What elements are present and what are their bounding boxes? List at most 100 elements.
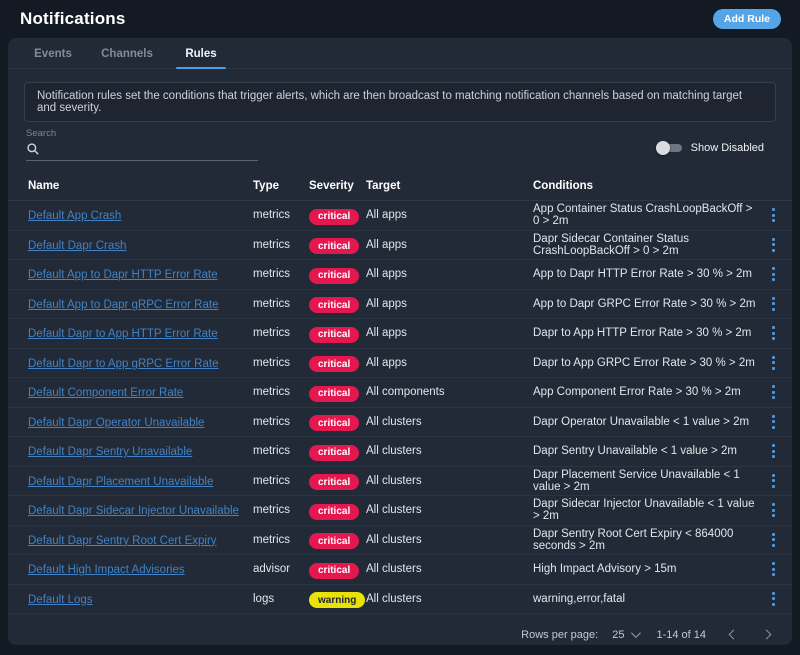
- rule-target: All apps: [366, 268, 533, 280]
- rule-name-link[interactable]: Default App to Dapr HTTP Error Rate: [28, 269, 218, 281]
- row-menu-kebab-icon[interactable]: [769, 589, 778, 609]
- row-menu-kebab-icon[interactable]: [769, 559, 778, 579]
- rule-name-cell: Default App to Dapr gRPC Error Rate: [28, 295, 253, 313]
- rule-name-link[interactable]: Default Logs: [28, 594, 93, 606]
- rule-conditions: Dapr Operator Unavailable < 1 value > 2m: [533, 416, 758, 428]
- rule-severity-cell: critical: [309, 413, 366, 432]
- rule-target: All components: [366, 386, 533, 398]
- row-menu-kebab-icon[interactable]: [769, 382, 778, 402]
- rule-conditions: Dapr Sentry Root Cert Expiry < 864000 se…: [533, 528, 758, 552]
- search-icon: [26, 142, 40, 156]
- row-menu-kebab-icon[interactable]: [769, 353, 778, 373]
- rule-type: metrics: [253, 239, 309, 251]
- rule-type: metrics: [253, 357, 309, 369]
- row-menu-kebab-icon[interactable]: [769, 471, 778, 491]
- show-disabled-label: Show Disabled: [691, 142, 764, 154]
- rule-severity-cell: critical: [309, 206, 366, 225]
- rule-conditions: Dapr to App GRPC Error Rate > 30 % > 2m: [533, 357, 758, 369]
- rule-severity-cell: critical: [309, 501, 366, 520]
- table-row: Default Dapr to App HTTP Error Ratemetri…: [8, 319, 792, 349]
- previous-page-icon[interactable]: [729, 630, 739, 640]
- search-input[interactable]: [46, 142, 258, 156]
- rule-conditions: Dapr to App HTTP Error Rate > 30 % > 2m: [533, 327, 758, 339]
- tab-bar: Events Channels Rules: [8, 38, 792, 69]
- severity-badge: critical: [309, 327, 359, 343]
- rule-name-cell: Default App to Dapr HTTP Error Rate: [28, 265, 253, 283]
- search-label: Search: [26, 128, 258, 139]
- row-menu-kebab-icon[interactable]: [769, 294, 778, 314]
- rule-type: metrics: [253, 209, 309, 221]
- rule-name-cell: Default App Crash: [28, 206, 253, 224]
- rule-name-link[interactable]: Default App Crash: [28, 210, 121, 222]
- rule-type: metrics: [253, 534, 309, 546]
- rule-target: All apps: [366, 298, 533, 310]
- show-disabled-switch[interactable]: [656, 141, 683, 155]
- row-menu-kebab-icon[interactable]: [769, 323, 778, 343]
- rule-conditions: warning,error,fatal: [533, 593, 758, 605]
- row-menu-kebab-icon[interactable]: [769, 412, 778, 432]
- table-row: Default Dapr Sentry Root Cert Expiry metr…: [8, 526, 792, 556]
- rule-conditions: Dapr Sentry Unavailable < 1 value > 2m: [533, 445, 758, 457]
- rule-name-link[interactable]: Default Dapr Operator Unavailable: [28, 417, 204, 429]
- column-header-conditions: Conditions: [533, 180, 758, 192]
- table-row: Default Dapr Sentry Unavailablemetricscr…: [8, 437, 792, 467]
- rows-per-page-select[interactable]: 25: [612, 629, 638, 641]
- rows-per-page-value: 25: [612, 629, 624, 641]
- rule-target: All clusters: [366, 563, 533, 575]
- rule-type: advisor: [253, 563, 309, 575]
- search-input-row: [26, 142, 258, 161]
- column-header-type: Type: [253, 180, 309, 192]
- rule-severity-cell: critical: [309, 442, 366, 461]
- rule-name-link[interactable]: Default Dapr Sentry Root Cert Expiry: [28, 535, 217, 547]
- rules-table: Name Type Severity Target Conditions Def…: [8, 171, 792, 614]
- rule-name-cell: Default Dapr Crash: [28, 236, 253, 254]
- row-menu-kebab-icon[interactable]: [769, 500, 778, 520]
- severity-badge: warning: [309, 592, 365, 608]
- table-row: Default Dapr CrashmetricscriticalAll app…: [8, 231, 792, 261]
- severity-badge: critical: [309, 533, 359, 549]
- next-page-icon[interactable]: [762, 630, 772, 640]
- tab-channels[interactable]: Channels: [90, 38, 164, 68]
- tab-rules[interactable]: Rules: [164, 38, 238, 68]
- chevron-down-icon: [631, 628, 641, 638]
- rule-name-link[interactable]: Default Dapr Sentry Unavailable: [28, 446, 192, 458]
- rule-type: metrics: [253, 416, 309, 428]
- rule-name-cell: Default Dapr to App HTTP Error Rate: [28, 324, 253, 342]
- table-row: Default Dapr to App gRPC Error Rate metri…: [8, 349, 792, 379]
- rule-name-cell: Default Dapr Sentry Unavailable: [28, 442, 253, 460]
- add-rule-button[interactable]: Add Rule: [713, 9, 781, 29]
- row-menu-kebab-icon[interactable]: [769, 441, 778, 461]
- rule-severity-cell: critical: [309, 472, 366, 491]
- rule-name-link[interactable]: Default Dapr to App HTTP Error Rate: [28, 328, 218, 340]
- rule-name-link[interactable]: Default App to Dapr gRPC Error Rate: [28, 299, 218, 311]
- column-header-name: Name: [28, 180, 253, 192]
- table-row: Default High Impact Advisories advisorcri…: [8, 555, 792, 585]
- rule-name-cell: Default Dapr Sidecar Injector Unavailabl…: [28, 501, 253, 519]
- table-body: Default App CrashmetricscriticalAll apps…: [8, 201, 792, 614]
- rule-type: metrics: [253, 268, 309, 280]
- rule-type: metrics: [253, 504, 309, 516]
- rule-name-link[interactable]: Default Component Error Rate: [28, 387, 183, 399]
- rule-target: All apps: [366, 239, 533, 251]
- row-menu-kebab-icon[interactable]: [769, 264, 778, 284]
- rule-target: All apps: [366, 209, 533, 221]
- rule-name-link[interactable]: Default Dapr Sidecar Injector Unavailabl…: [28, 505, 239, 517]
- rows-per-page-label: Rows per page:: [521, 629, 598, 641]
- rule-target: All apps: [366, 327, 533, 339]
- rule-name-cell: Default Logs: [28, 590, 253, 608]
- row-menu-kebab-icon[interactable]: [769, 205, 778, 225]
- tab-events[interactable]: Events: [16, 38, 90, 68]
- rule-name-link[interactable]: Default Dapr to App gRPC Error Rate: [28, 358, 218, 370]
- topbar: Notifications Add Rule: [0, 0, 800, 38]
- rule-conditions: App to Dapr HTTP Error Rate > 30 % > 2m: [533, 268, 758, 280]
- severity-badge: critical: [309, 386, 359, 402]
- rule-type: metrics: [253, 386, 309, 398]
- rule-name-link[interactable]: Default Dapr Crash: [28, 240, 126, 252]
- row-menu-kebab-icon[interactable]: [769, 530, 778, 550]
- row-menu-kebab-icon[interactable]: [769, 235, 778, 255]
- severity-badge: critical: [309, 504, 359, 520]
- severity-badge: critical: [309, 563, 359, 579]
- rule-name-link[interactable]: Default Dapr Placement Unavailable: [28, 476, 213, 488]
- rule-name-link[interactable]: Default High Impact Advisories: [28, 564, 185, 576]
- pager-buttons: [730, 631, 770, 638]
